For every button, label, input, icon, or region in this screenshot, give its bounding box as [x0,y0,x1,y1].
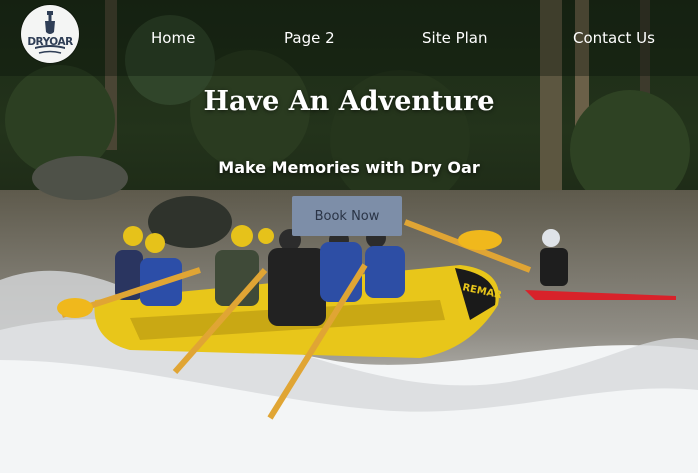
nav-link-contact-us[interactable]: Contact Us [573,29,655,47]
nav-link-page-2[interactable]: Page 2 [284,29,335,47]
paddle-icon [35,11,65,54]
nav-link-site-plan[interactable]: Site Plan [422,29,487,47]
book-now-button[interactable]: Book Now [292,196,402,236]
hero-subtitle: Make Memories with Dry Oar [218,158,480,177]
nav-link-home[interactable]: Home [151,29,195,47]
dry-oar-logo[interactable]: DRYOAR [21,5,79,63]
hero-title: Have An Adventure [203,86,495,117]
logo-wordmark: DRYOAR [27,36,73,48]
top-navigation-bar: DRYOAR Home Page 2 Site Plan Contact Us [0,0,698,76]
